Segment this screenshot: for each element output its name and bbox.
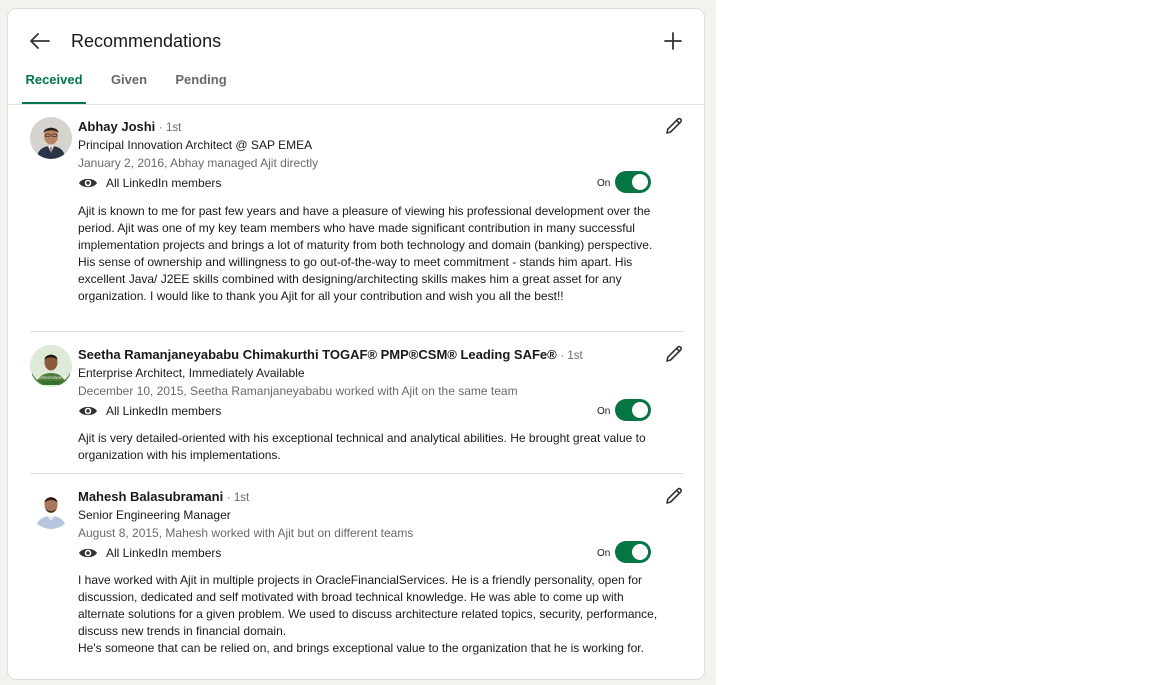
recommender-name[interactable]: Mahesh Balasubramani [78,489,223,504]
toggle-switch[interactable] [615,171,651,193]
plus-icon [664,32,682,50]
toggle-label: On [597,178,611,189]
recommendation-text: Ajit is known to me for past few years a… [78,204,653,303]
recommendation-text: Ajit is very detailed-oriented with his … [78,431,646,462]
connection-degree: · 1st [560,350,583,362]
recommender-name[interactable]: Abhay Joshi [78,119,155,134]
recommendation-meta: January 2, 2016, Abhay managed Ajit dire… [78,156,319,170]
edit-button[interactable] [664,486,684,506]
recommender-name-line: Mahesh Balasubramani · 1st [78,489,249,504]
recommendation-item: #OPENTOWORK Seetha Ramanjaneyababu Chima… [30,337,684,474]
eye-icon [79,406,97,416]
toggle-knob [632,174,648,190]
card-header: Recommendations [8,9,704,61]
connection-degree: · 1st [226,492,250,504]
toggle-label: On [597,548,611,559]
edit-button[interactable] [664,116,684,136]
svg-text:#OPENTOWORK: #OPENTOWORK [37,376,66,380]
toggle-knob [632,402,648,418]
divider [30,331,684,332]
recommender-headline: Senior Engineering Manager [78,508,231,522]
recommender-name-line: Seetha Ramanjaneyababu Chimakurthi TOGAF… [78,347,583,362]
recommendation-meta: August 8, 2015, Mahesh worked with Ajit … [78,526,414,540]
pencil-icon [666,487,682,504]
avatar[interactable] [30,487,72,529]
toggle-switch[interactable] [615,399,651,421]
add-recommendation-button[interactable] [661,29,685,53]
edit-button[interactable] [664,344,684,364]
visibility-label: All LinkedIn members [106,404,222,418]
avatar[interactable] [30,117,72,159]
visibility-label: All LinkedIn members [106,176,222,190]
recommendation-text: I have worked with Ajit in multiple proj… [78,573,658,638]
recommendations-card: Recommendations Received Given Pending A… [8,9,704,679]
back-button[interactable] [28,29,52,53]
recommender-name[interactable]: Seetha Ramanjaneyababu Chimakurthi TOGAF… [78,347,557,362]
recommendation-text-continued: He's someone that can be relied on, and … [78,641,644,655]
recommender-headline: Enterprise Architect, Immediately Availa… [78,366,305,380]
tab-bar: Received Given Pending [8,61,704,105]
eye-icon [79,178,97,188]
arrow-left-icon [30,33,50,49]
pencil-icon [666,117,682,134]
tab-pending[interactable]: Pending [174,61,228,102]
recommender-name-line: Abhay Joshi · 1st [78,119,181,134]
divider [30,473,684,474]
toggle-switch[interactable] [615,541,651,563]
tab-received[interactable]: Received [22,61,86,104]
toggle-label: On [597,406,611,417]
avatar[interactable]: #OPENTOWORK [30,345,72,387]
visibility-label: All LinkedIn members [106,546,222,560]
toggle-knob [632,544,648,560]
recommendation-meta: December 10, 2015, Seetha Ramanjaneyabab… [78,384,518,398]
page-title: Recommendations [71,31,222,51]
recommender-headline: Principal Innovation Architect @ SAP EME… [78,138,313,152]
pencil-icon [666,345,682,362]
recommendation-item: Abhay Joshi · 1st Principal Innovation A… [30,109,684,332]
eye-icon [79,548,97,558]
connection-degree: · 1st [158,122,182,134]
tab-given[interactable]: Given [109,61,149,102]
recommendation-item: Mahesh Balasubramani · 1st Senior Engine… [30,479,684,669]
